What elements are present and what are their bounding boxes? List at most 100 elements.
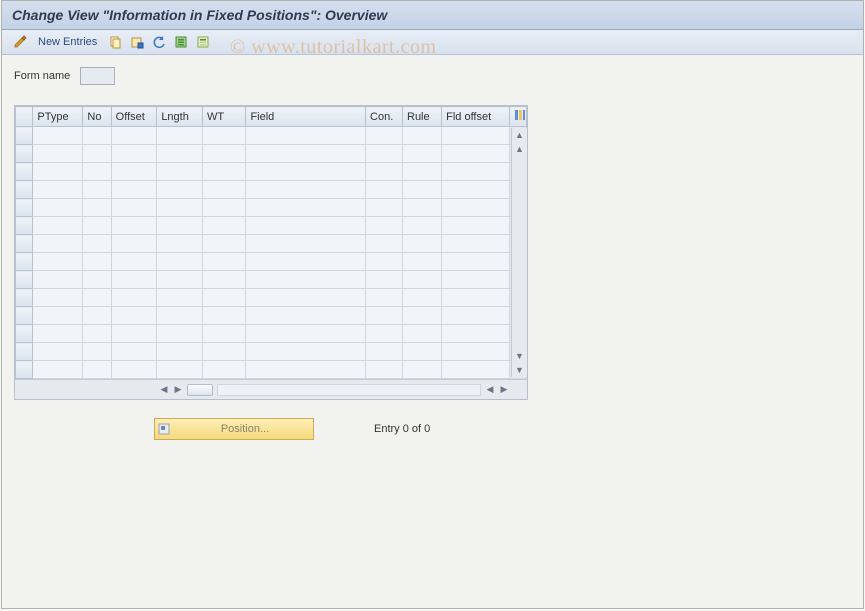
row-selector[interactable] [16, 235, 33, 253]
table-cell[interactable] [157, 235, 203, 253]
table-cell[interactable] [111, 343, 157, 361]
table-cell[interactable] [366, 145, 403, 163]
table-cell[interactable] [403, 307, 442, 325]
scroll-up2-icon[interactable]: ▲ [513, 142, 527, 156]
table-cell[interactable] [202, 145, 245, 163]
table-cell[interactable] [403, 289, 442, 307]
table-cell[interactable] [157, 145, 203, 163]
col-ptype[interactable]: PType [33, 107, 83, 127]
select-all-icon[interactable] [173, 34, 189, 50]
table-cell[interactable] [366, 325, 403, 343]
scroll-thumb[interactable] [187, 384, 213, 396]
table-cell[interactable] [33, 325, 83, 343]
table-cell[interactable] [246, 199, 366, 217]
table-cell[interactable] [83, 127, 111, 145]
table-cell[interactable] [157, 253, 203, 271]
table-cell[interactable] [366, 199, 403, 217]
table-cell[interactable] [442, 307, 509, 325]
table-cell[interactable] [202, 271, 245, 289]
table-cell[interactable] [111, 217, 157, 235]
table-cell[interactable] [157, 325, 203, 343]
row-selector[interactable] [16, 163, 33, 181]
new-entries-button[interactable]: New Entries [34, 36, 101, 48]
table-cell[interactable] [111, 289, 157, 307]
table-cell[interactable] [442, 145, 509, 163]
table-cell[interactable] [83, 343, 111, 361]
table-cell[interactable] [366, 271, 403, 289]
delete-icon[interactable] [129, 34, 145, 50]
table-cell[interactable] [442, 325, 509, 343]
table-cell[interactable] [111, 163, 157, 181]
row-selector[interactable] [16, 289, 33, 307]
table-cell[interactable] [202, 253, 245, 271]
table-cell[interactable] [246, 163, 366, 181]
table-cell[interactable] [246, 181, 366, 199]
col-fldoffset[interactable]: Fld offset [442, 107, 509, 127]
table-cell[interactable] [157, 199, 203, 217]
table-cell[interactable] [157, 343, 203, 361]
table-cell[interactable] [83, 271, 111, 289]
row-selector[interactable] [16, 325, 33, 343]
table-cell[interactable] [157, 307, 203, 325]
row-selector[interactable] [16, 127, 33, 145]
table-cell[interactable] [442, 361, 509, 379]
col-lngth[interactable]: Lngth [157, 107, 203, 127]
row-selector[interactable] [16, 361, 33, 379]
table-cell[interactable] [33, 145, 83, 163]
table-configure-icon[interactable] [509, 107, 526, 127]
table-cell[interactable] [111, 235, 157, 253]
scroll-up-icon[interactable]: ▲ [513, 128, 527, 142]
table-cell[interactable] [111, 253, 157, 271]
table-cell[interactable] [202, 289, 245, 307]
table-cell[interactable] [157, 127, 203, 145]
table-cell[interactable] [111, 307, 157, 325]
table-cell[interactable] [111, 127, 157, 145]
table-cell[interactable] [202, 343, 245, 361]
col-wt[interactable]: WT [202, 107, 245, 127]
table-cell[interactable] [83, 307, 111, 325]
table-cell[interactable] [366, 253, 403, 271]
table-cell[interactable] [403, 253, 442, 271]
table-cell[interactable] [403, 343, 442, 361]
table-cell[interactable] [33, 289, 83, 307]
col-con[interactable]: Con. [366, 107, 403, 127]
row-selector-header[interactable] [16, 107, 33, 127]
table-cell[interactable] [366, 307, 403, 325]
table-cell[interactable] [33, 163, 83, 181]
table-cell[interactable] [111, 325, 157, 343]
table-cell[interactable] [33, 217, 83, 235]
row-selector[interactable] [16, 181, 33, 199]
col-offset[interactable]: Offset [111, 107, 157, 127]
table-cell[interactable] [83, 325, 111, 343]
table-cell[interactable] [246, 217, 366, 235]
table-cell[interactable] [83, 145, 111, 163]
table-cell[interactable] [83, 235, 111, 253]
scroll-left-icon[interactable]: ▶ [171, 383, 185, 397]
table-cell[interactable] [246, 343, 366, 361]
table-cell[interactable] [111, 199, 157, 217]
table-cell[interactable] [403, 199, 442, 217]
undo-change-icon[interactable] [151, 34, 167, 50]
table-cell[interactable] [403, 181, 442, 199]
table-cell[interactable] [83, 199, 111, 217]
table-cell[interactable] [83, 289, 111, 307]
table-cell[interactable] [366, 181, 403, 199]
table-cell[interactable] [157, 163, 203, 181]
table-cell[interactable] [442, 127, 509, 145]
copy-as-icon[interactable] [107, 34, 123, 50]
scroll-down2-icon[interactable]: ▼ [513, 349, 527, 363]
table-cell[interactable] [33, 271, 83, 289]
table-cell[interactable] [246, 325, 366, 343]
table-cell[interactable] [403, 235, 442, 253]
table-cell[interactable] [202, 325, 245, 343]
row-selector[interactable] [16, 307, 33, 325]
table-cell[interactable] [403, 361, 442, 379]
table-cell[interactable] [366, 217, 403, 235]
table-cell[interactable] [202, 361, 245, 379]
row-selector[interactable] [16, 343, 33, 361]
table-cell[interactable] [33, 307, 83, 325]
vertical-scrollbar[interactable]: ▲ ▲ ▼ ▼ [511, 128, 527, 377]
col-rule[interactable]: Rule [403, 107, 442, 127]
table-cell[interactable] [157, 217, 203, 235]
table-cell[interactable] [442, 289, 509, 307]
